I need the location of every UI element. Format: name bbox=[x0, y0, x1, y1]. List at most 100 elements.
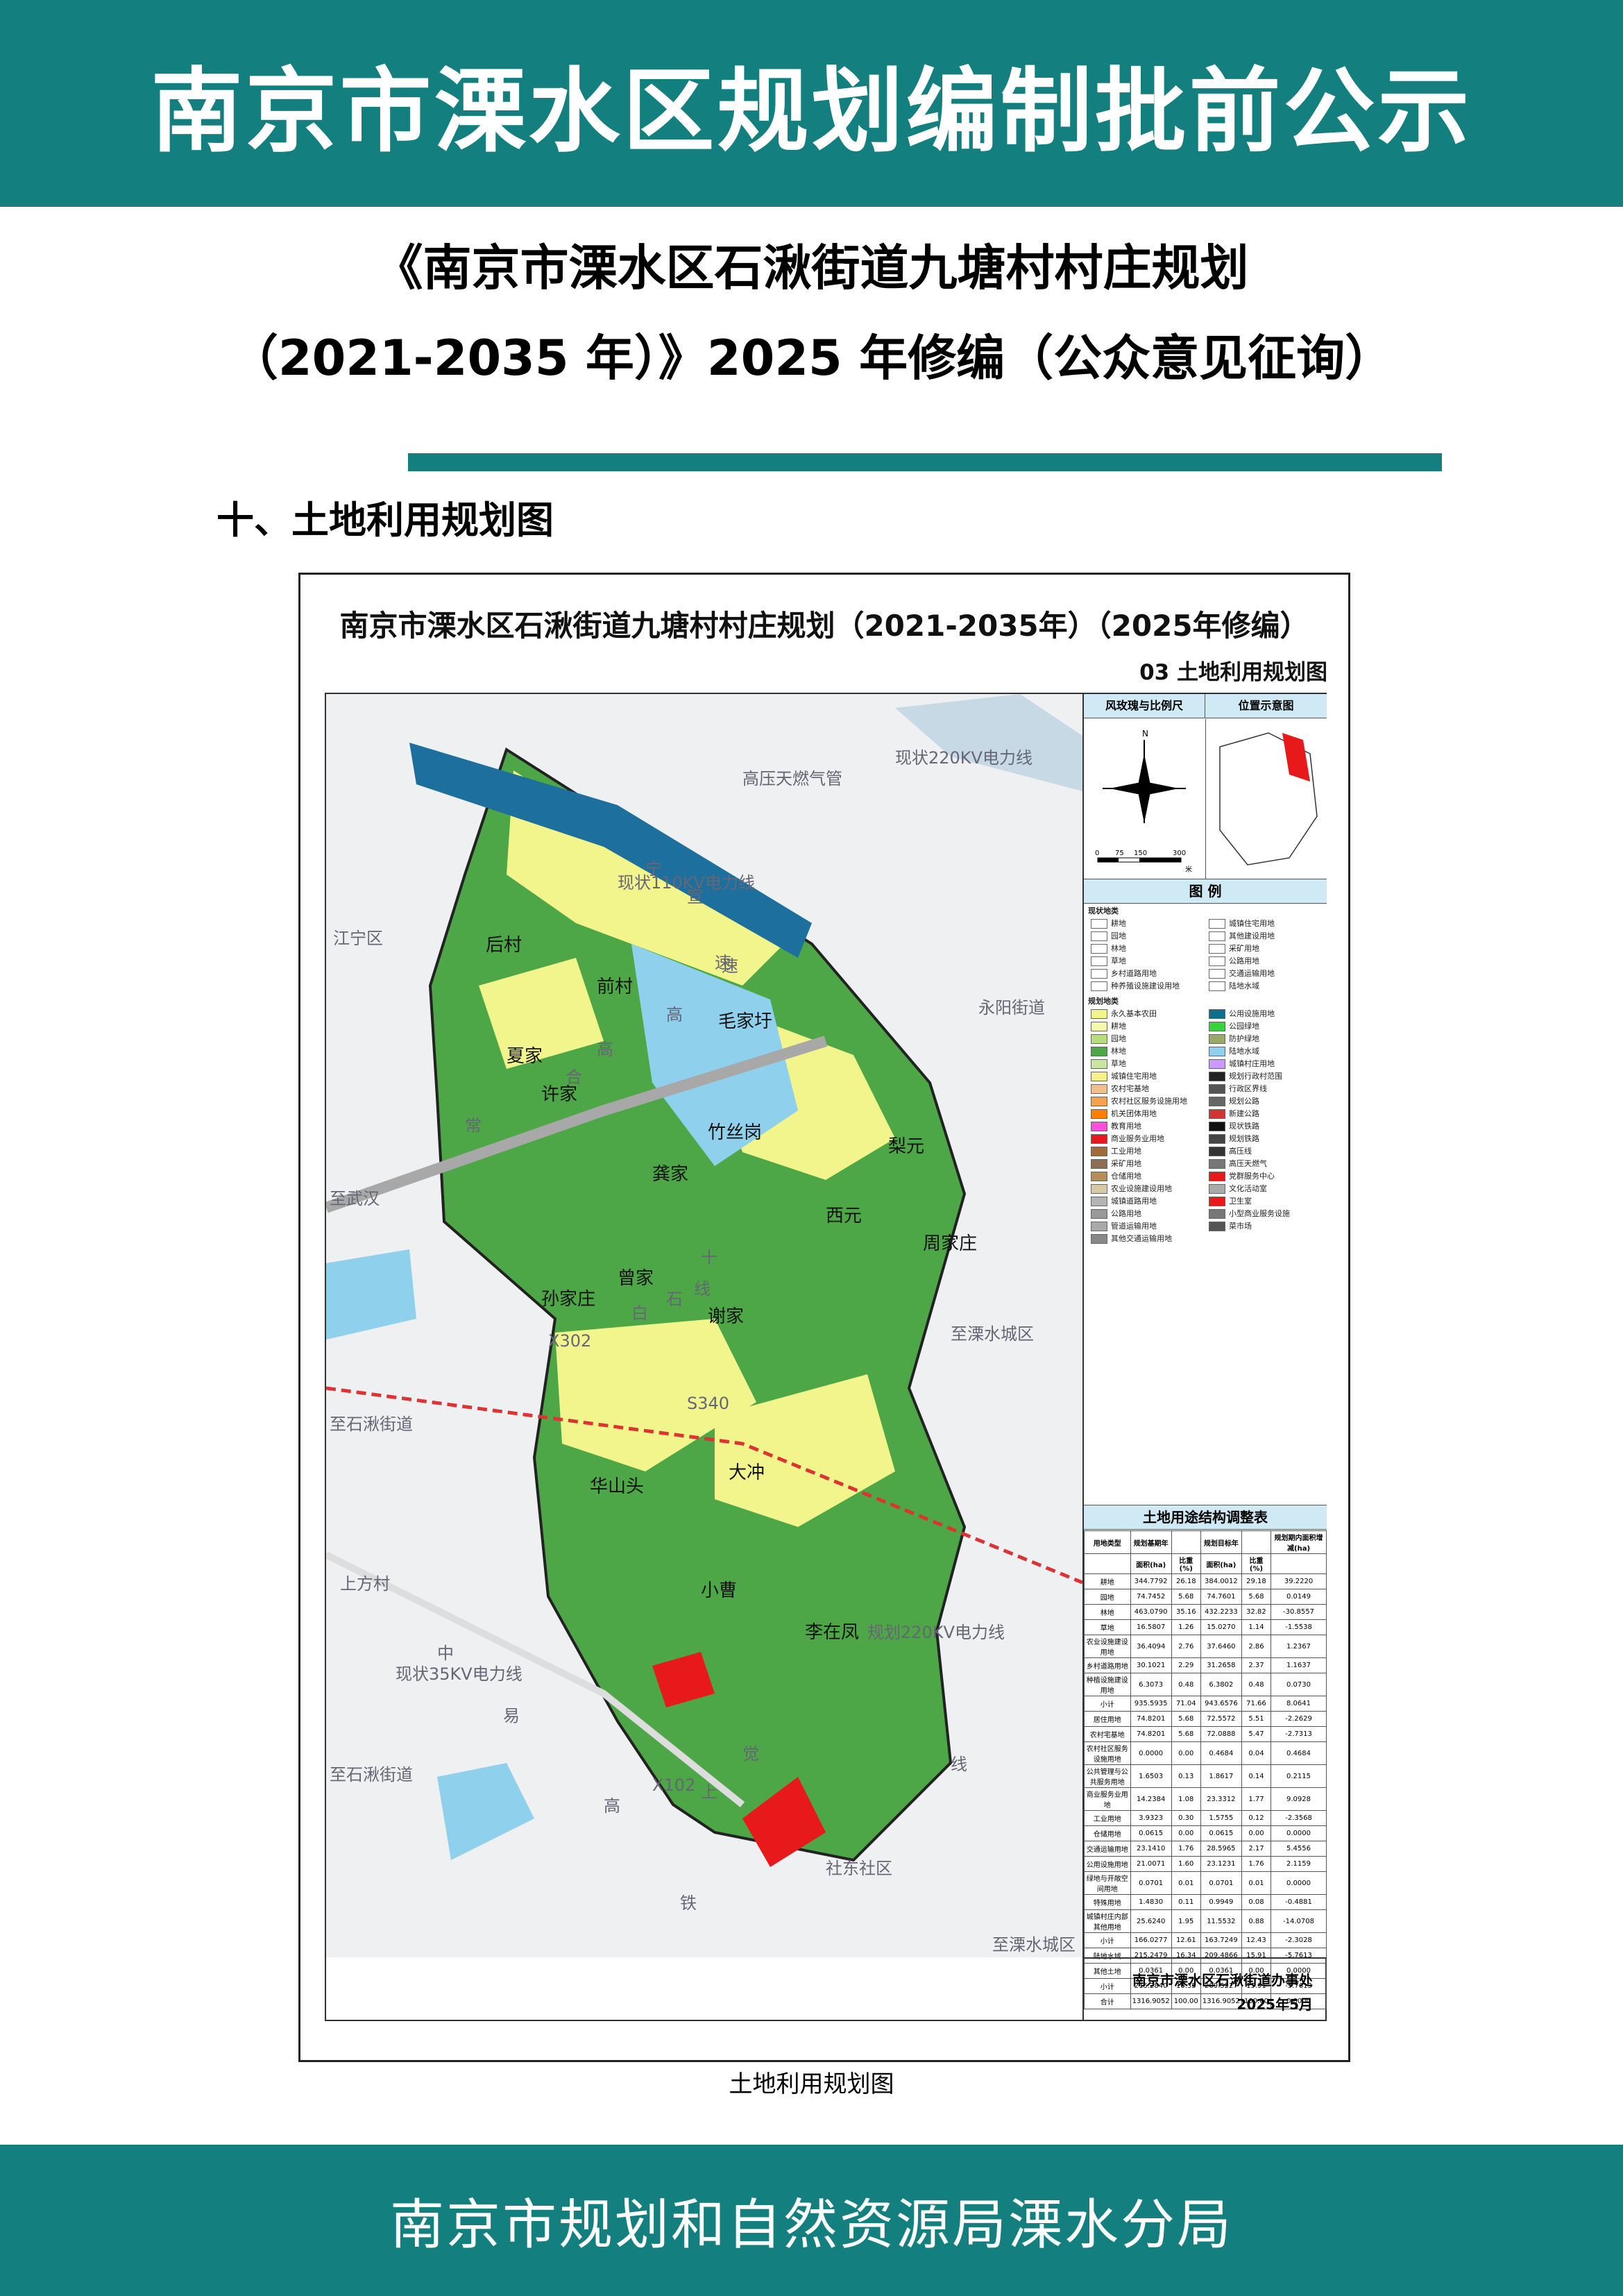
legend-swatch bbox=[1091, 1222, 1107, 1231]
legend-item-planned: 林地 bbox=[1091, 1045, 1126, 1056]
legend-label: 耕地 bbox=[1111, 919, 1126, 928]
legend-title: 图 例 bbox=[1084, 879, 1327, 904]
legend-swatch bbox=[1091, 1197, 1107, 1206]
header-banner: 南京市溧水区规划编制批前公示 bbox=[0, 0, 1623, 207]
legend-label: 种养殖设施建设用地 bbox=[1111, 981, 1180, 990]
table-cell: 0.12 bbox=[1241, 1810, 1272, 1826]
table-cell: 小计 bbox=[1084, 1696, 1131, 1712]
table-cell: 小计 bbox=[1084, 1932, 1131, 1948]
legend-item-planned: 防护绿地 bbox=[1209, 1033, 1259, 1044]
table-cell: 0.00 bbox=[1171, 1741, 1201, 1765]
table-cell: 1.76 bbox=[1241, 1856, 1272, 1872]
legend-swatch bbox=[1091, 1022, 1107, 1031]
legend-item-planned: 机关团体用地 bbox=[1091, 1108, 1157, 1119]
table-cell: 5.51 bbox=[1241, 1711, 1272, 1727]
place-label: 龚家 bbox=[652, 1164, 688, 1185]
legend-item-current: 林地 bbox=[1091, 943, 1126, 954]
place-label: 孙家庄 bbox=[541, 1289, 595, 1310]
place-label: 前村 bbox=[597, 977, 633, 997]
legend-label: 采矿用地 bbox=[1111, 1159, 1141, 1168]
table-cell: 0.13 bbox=[1171, 1764, 1201, 1788]
table-cell: 5.47 bbox=[1241, 1726, 1272, 1742]
legend-swatch bbox=[1091, 1109, 1107, 1119]
road-label: 至石湫街道 bbox=[330, 1765, 413, 1784]
table-cell: 3.9323 bbox=[1130, 1810, 1172, 1826]
table-title: 土地用途结构调整表 bbox=[1084, 1505, 1327, 1530]
table-cell: 166.0277 bbox=[1130, 1932, 1172, 1948]
legend-label: 城镇村庄用地 bbox=[1229, 1059, 1275, 1068]
table-cell: 1.60 bbox=[1171, 1856, 1201, 1872]
table-cell: 32.82 bbox=[1241, 1604, 1272, 1620]
legend-item-planned: 规划公路 bbox=[1209, 1095, 1259, 1106]
legend-swatch bbox=[1091, 956, 1107, 966]
table-cell: 5.68 bbox=[1171, 1726, 1201, 1742]
table-cell: 0.0000 bbox=[1271, 1825, 1327, 1841]
legend-label: 规划行政村范围 bbox=[1229, 1072, 1282, 1081]
table-cell: 1.6503 bbox=[1130, 1764, 1172, 1788]
road-label: 至石湫街道 bbox=[330, 1415, 413, 1434]
wind-rose: N 0 75 150 300 米 bbox=[1095, 729, 1192, 874]
table-cell: 74.7601 bbox=[1200, 1589, 1242, 1605]
legend-label: 教育用地 bbox=[1111, 1122, 1141, 1131]
legend-swatch bbox=[1091, 1009, 1107, 1019]
table-cell: 23.1231 bbox=[1200, 1856, 1242, 1872]
table-row: 耕地 344.7792 26.18 384.0012 29.18 39.2220 bbox=[1084, 1573, 1327, 1589]
legend-label: 城镇住宅用地 bbox=[1229, 919, 1275, 928]
table-cell: 2.86 bbox=[1241, 1635, 1272, 1658]
legend-label: 卫生室 bbox=[1229, 1197, 1252, 1206]
legend-item-current: 交通运输用地 bbox=[1209, 968, 1275, 979]
table-cell bbox=[1171, 1530, 1201, 1554]
table-cell: -2.3028 bbox=[1271, 1932, 1327, 1948]
table-cell: 5.4556 bbox=[1271, 1841, 1327, 1857]
table-cell: 居住用地 bbox=[1084, 1711, 1131, 1727]
legend-item-planned: 工业用地 bbox=[1091, 1145, 1141, 1156]
legend-swatch bbox=[1209, 1009, 1225, 1019]
legend-swatch bbox=[1091, 1184, 1107, 1194]
legend-item-planned: 教育用地 bbox=[1091, 1120, 1141, 1131]
legend-item-planned: 高压线 bbox=[1209, 1145, 1252, 1156]
table-cell: 1.4830 bbox=[1130, 1894, 1172, 1910]
table-cell: 1.1637 bbox=[1271, 1657, 1327, 1673]
road-label: S340 bbox=[687, 1394, 729, 1413]
table-cell: 0.4684 bbox=[1200, 1741, 1242, 1765]
table-cell: 23.1410 bbox=[1130, 1841, 1172, 1857]
legend-item-planned: 其他交通运输用地 bbox=[1091, 1233, 1172, 1244]
table-cell: 2.37 bbox=[1241, 1657, 1272, 1673]
legend-label: 机关团体用地 bbox=[1111, 1109, 1157, 1118]
table-row: 小计 166.0277 12.61 163.7249 12.43 -2.3028 bbox=[1084, 1932, 1327, 1948]
table-row: 城镇村庄内部其他用地 25.6240 1.95 11.5532 0.88 -14.0708 bbox=[1084, 1909, 1327, 1933]
table-row: 公共管理与公共服务用地 1.6503 0.13 1.8617 0.14 0.2115 bbox=[1084, 1764, 1327, 1788]
place-label: 后村 bbox=[486, 935, 522, 956]
table-row: 农村社区服务设施用地 0.0000 0.00 0.4684 0.04 0.4684 bbox=[1084, 1741, 1327, 1765]
place-label: 李在凤 bbox=[805, 1622, 859, 1643]
road-label: X302 bbox=[548, 1331, 591, 1351]
legend-item-current: 陆地水域 bbox=[1209, 980, 1259, 991]
legend-area: 现状地类 耕地 园地 林地 草地 乡村道路用地 种养殖设施建设用地 城镇住宅用地 其他建设用地采… bbox=[1084, 904, 1327, 1528]
table-cell: 2.76 bbox=[1171, 1635, 1201, 1658]
table-cell: -2.2629 bbox=[1271, 1711, 1327, 1727]
legend-item-planned: 采矿用地 bbox=[1091, 1158, 1141, 1169]
footer-banner: 南京市规划和自然资源局溧水分局 bbox=[0, 2145, 1623, 2296]
table-cell: 1.08 bbox=[1171, 1787, 1201, 1811]
legend-label: 公路用地 bbox=[1111, 1209, 1141, 1218]
legend-label: 公路用地 bbox=[1229, 956, 1259, 965]
table-cell: 1.5755 bbox=[1200, 1810, 1242, 1826]
road-char: 铁 bbox=[680, 1893, 697, 1913]
table-cell: 39.2220 bbox=[1271, 1573, 1327, 1589]
legend-item-planned: 管道运输用地 bbox=[1091, 1220, 1157, 1231]
table-cell: 0.08 bbox=[1241, 1894, 1272, 1910]
map-frame: 南京市溧水区石湫街道九塘村村庄规划（2021-2035年）（2025年修编） 0… bbox=[298, 573, 1350, 2062]
legend-item-planned: 新建公路 bbox=[1209, 1108, 1259, 1119]
table-row: 小计 935.5935 71.04 943.6576 71.66 8.0641 bbox=[1084, 1696, 1327, 1712]
legend-swatch bbox=[1209, 1222, 1225, 1231]
table-cell: 1.2367 bbox=[1271, 1635, 1327, 1658]
legend-label: 耕地 bbox=[1111, 1022, 1126, 1031]
table-cell: 72.5572 bbox=[1200, 1711, 1242, 1727]
table-cell: 1.76 bbox=[1171, 1841, 1201, 1857]
legend-swatch bbox=[1091, 931, 1107, 941]
location-panel-title: 位置示意图 bbox=[1205, 694, 1327, 718]
legend-label: 草地 bbox=[1111, 1059, 1126, 1068]
table-row: 商业服务业用地 14.2384 1.08 23.3312 1.77 9.0928 bbox=[1084, 1787, 1327, 1811]
road-char: 易 bbox=[503, 1706, 520, 1725]
table-cell: 0.04 bbox=[1241, 1741, 1272, 1765]
